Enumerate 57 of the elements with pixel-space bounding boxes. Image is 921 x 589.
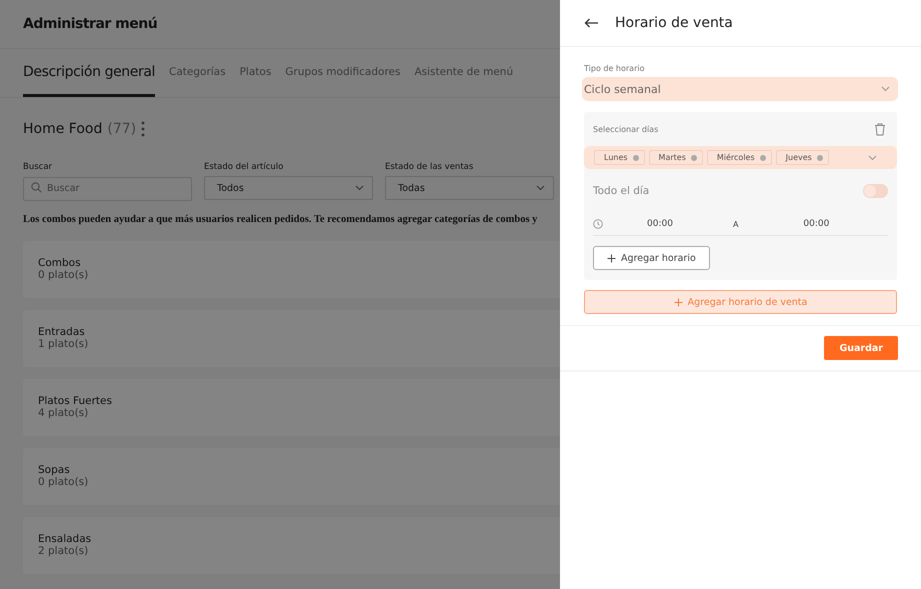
filter-label: Buscar (23, 162, 54, 172)
save-button[interactable]: Guardar (824, 336, 898, 360)
dropdown[interactable]: Todas (385, 176, 554, 200)
end-time[interactable]: 00:00 (803, 219, 830, 229)
field-label: Seleccionar días (593, 124, 658, 134)
day-chip[interactable]: Martes (648, 150, 703, 165)
back-arrow-icon[interactable] (584, 18, 599, 28)
chevron-down-icon (881, 86, 890, 92)
page-title: Administrar menú (23, 16, 158, 32)
schedule-type-dropdown[interactable]: Ciclo semanal (582, 77, 898, 101)
dropdown[interactable]: Todos (204, 176, 373, 200)
tab[interactable]: Asistente de menú (414, 49, 514, 97)
category-card[interactable]: Ensaladas 2 plato(s) (23, 516, 560, 574)
day-chip[interactable]: Lunes (594, 150, 645, 165)
dish-count: 4 plato(s) (38, 407, 90, 419)
all-day-toggle[interactable] (863, 184, 888, 198)
field-label: Tipo de horario (583, 64, 646, 73)
chevron-down-icon (868, 154, 877, 160)
all-day-label: Todo el día (593, 185, 650, 197)
category-card[interactable]: Combos 0 plato(s) (23, 240, 560, 298)
category-name: Sopas (38, 464, 71, 476)
tab[interactable]: Platos (240, 49, 272, 97)
days-multiselect[interactable]: Lunes Martes Miércoles Jueves (584, 146, 897, 169)
tab[interactable]: Categorías (169, 49, 226, 97)
dish-count: 1 plato(s) (38, 338, 90, 350)
search-field[interactable]: Buscar (23, 176, 192, 200)
category-name: Ensaladas (38, 533, 92, 545)
day-chip[interactable]: Jueves (776, 150, 829, 165)
category-name: Platos Fuertes (38, 395, 113, 407)
clock-icon (593, 219, 603, 229)
category-name: Combos (38, 257, 82, 269)
plus-icon (607, 254, 616, 262)
category-card[interactable]: Entradas 1 plato(s) (23, 310, 560, 366)
filter-label: Estado de las ventas (385, 162, 474, 172)
plus-icon (674, 298, 683, 306)
notice-text: Los combos pueden ayudar a que más usuarios realicen pedidos. Te recomendamos agregar categorías de combos y (22, 212, 538, 226)
chevron-down-icon (536, 185, 545, 191)
search-icon (31, 182, 42, 193)
drawer-title: Horario de venta (615, 15, 733, 31)
start-time[interactable]: 00:00 (647, 219, 673, 229)
menu-name: Home Food (23, 121, 102, 137)
time-separator: A (732, 220, 738, 228)
filter-label: Estado del artículo (204, 162, 284, 172)
chevron-down-icon (355, 185, 364, 191)
dish-count: 0 plato(s) (38, 476, 90, 488)
item-count: (77) (107, 121, 136, 137)
category-name: Entradas (38, 326, 86, 338)
tab[interactable]: Descripción general (23, 49, 156, 97)
more-options-icon[interactable] (141, 121, 146, 137)
category-card[interactable]: Sopas 0 plato(s) (23, 448, 560, 504)
day-chip[interactable]: Miércoles (706, 150, 772, 165)
add-time-button[interactable]: Agregar horario (593, 246, 710, 270)
dish-count: 2 plato(s) (38, 545, 90, 557)
tab[interactable]: Grupos modificadores (285, 49, 400, 97)
trash-icon[interactable] (874, 122, 886, 136)
category-card[interactable]: Platos Fuertes 4 plato(s) (23, 378, 560, 436)
dish-count: 0 plato(s) (38, 269, 90, 281)
